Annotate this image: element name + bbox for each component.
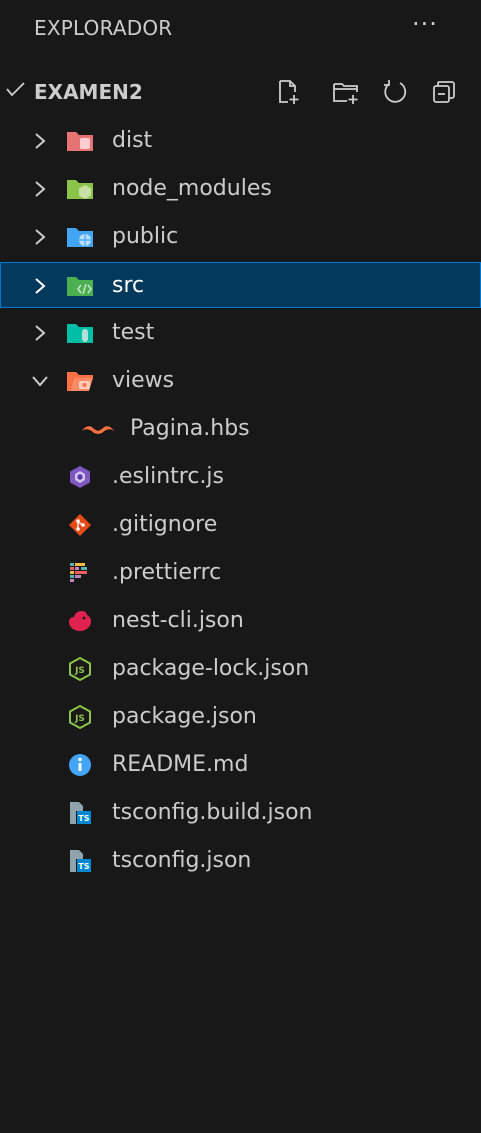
tree-item-label: tsconfig.build.json	[112, 800, 313, 825]
chevron-down-icon	[6, 82, 25, 97]
folder-test-icon	[67, 324, 93, 343]
tree-folder-views[interactable]: views	[0, 358, 481, 404]
tree-file-prettierrc[interactable]: .prettierrc	[0, 550, 481, 596]
nodejs-icon: JS	[69, 705, 91, 729]
more-actions-icon[interactable]: ···	[412, 10, 438, 38]
tree-file-package-json[interactable]: JS package.json	[0, 694, 481, 740]
folder-public-icon	[67, 228, 93, 247]
chevron-down-icon	[32, 376, 48, 387]
eslint-icon	[70, 466, 90, 488]
tree-item-label: test	[112, 320, 155, 345]
tree-item-label: public	[112, 224, 179, 249]
tree-file-gitignore[interactable]: .gitignore	[0, 502, 481, 548]
chevron-right-icon	[35, 229, 46, 245]
refresh-button[interactable]	[378, 76, 410, 108]
chevron-right-icon	[35, 133, 46, 149]
tree-file-readme[interactable]: README.md	[0, 742, 481, 788]
new-folder-button[interactable]	[330, 76, 362, 108]
svg-text:JS: JS	[74, 666, 85, 676]
tree-file-eslintrc[interactable]: .eslintrc.js	[0, 454, 481, 500]
collapse-all-button[interactable]	[428, 76, 460, 108]
svg-text:TS: TS	[78, 862, 89, 871]
git-icon	[69, 514, 91, 536]
workspace-root-name: EXAMEN2	[34, 80, 143, 104]
tsconfig-icon: TS	[70, 850, 91, 872]
tree-folder-dist[interactable]: dist	[0, 118, 481, 164]
explorer-title: EXPLORADOR	[34, 16, 173, 40]
tree-file-package-lock[interactable]: JS package-lock.json	[0, 646, 481, 692]
chevron-right-icon	[35, 325, 46, 341]
tree-item-label: .gitignore	[112, 512, 218, 537]
tree-item-label: package.json	[112, 704, 257, 729]
prettier-icon	[70, 563, 87, 582]
explorer-panel: EXPLORADOR ··· EXAMEN2 dist node_modules…	[0, 0, 481, 1133]
tree-item-label: .eslintrc.js	[112, 464, 225, 489]
svg-text:TS: TS	[78, 814, 89, 823]
tree-item-label: README.md	[112, 752, 249, 777]
tree-item-label: views	[112, 368, 175, 393]
new-file-icon	[279, 80, 299, 104]
tree-folder-src[interactable]: src	[0, 262, 481, 308]
handlebars-icon	[82, 426, 114, 434]
explorer-header: EXPLORADOR ···	[0, 0, 481, 62]
tree-item-label: Pagina.hbs	[130, 416, 250, 441]
tree-file-nest-cli[interactable]: nest-cli.json	[0, 598, 481, 644]
tree-item-label: .prettierrc	[112, 560, 222, 585]
svg-text:JS: JS	[74, 714, 85, 724]
tree-item-label: node_modules	[112, 176, 272, 201]
tree-folder-node-modules[interactable]: node_modules	[0, 166, 481, 212]
chevron-right-icon	[35, 181, 46, 197]
new-file-button[interactable]	[272, 76, 304, 108]
folder-dist-icon	[67, 132, 93, 151]
chevron-right-icon	[35, 278, 46, 294]
tree-folder-public[interactable]: public	[0, 214, 481, 260]
new-folder-icon	[333, 83, 358, 104]
tsconfig-icon: TS	[70, 802, 91, 824]
tree-item-label: package-lock.json	[112, 656, 310, 681]
nodejs-icon: JS	[69, 657, 91, 681]
tree-item-label: nest-cli.json	[112, 608, 244, 633]
refresh-icon	[384, 80, 407, 103]
tree-file-tsconfig-build[interactable]: TS tsconfig.build.json	[0, 790, 481, 836]
workspace-root-header[interactable]: EXAMEN2	[0, 70, 481, 114]
info-icon	[69, 754, 91, 776]
folder-src-icon	[67, 277, 93, 296]
tree-item-label: dist	[112, 128, 153, 153]
nestjs-icon	[69, 611, 91, 631]
tree-item-label: tsconfig.json	[112, 848, 252, 873]
folder-node-icon	[67, 180, 93, 199]
tree-file-pagina-hbs[interactable]: Pagina.hbs	[0, 406, 481, 452]
tree-folder-test[interactable]: test	[0, 310, 481, 356]
collapse-all-icon	[433, 81, 455, 103]
tree-item-label: src	[112, 273, 145, 298]
folder-views-icon	[67, 372, 93, 391]
tree-file-tsconfig[interactable]: TS tsconfig.json	[0, 838, 481, 884]
